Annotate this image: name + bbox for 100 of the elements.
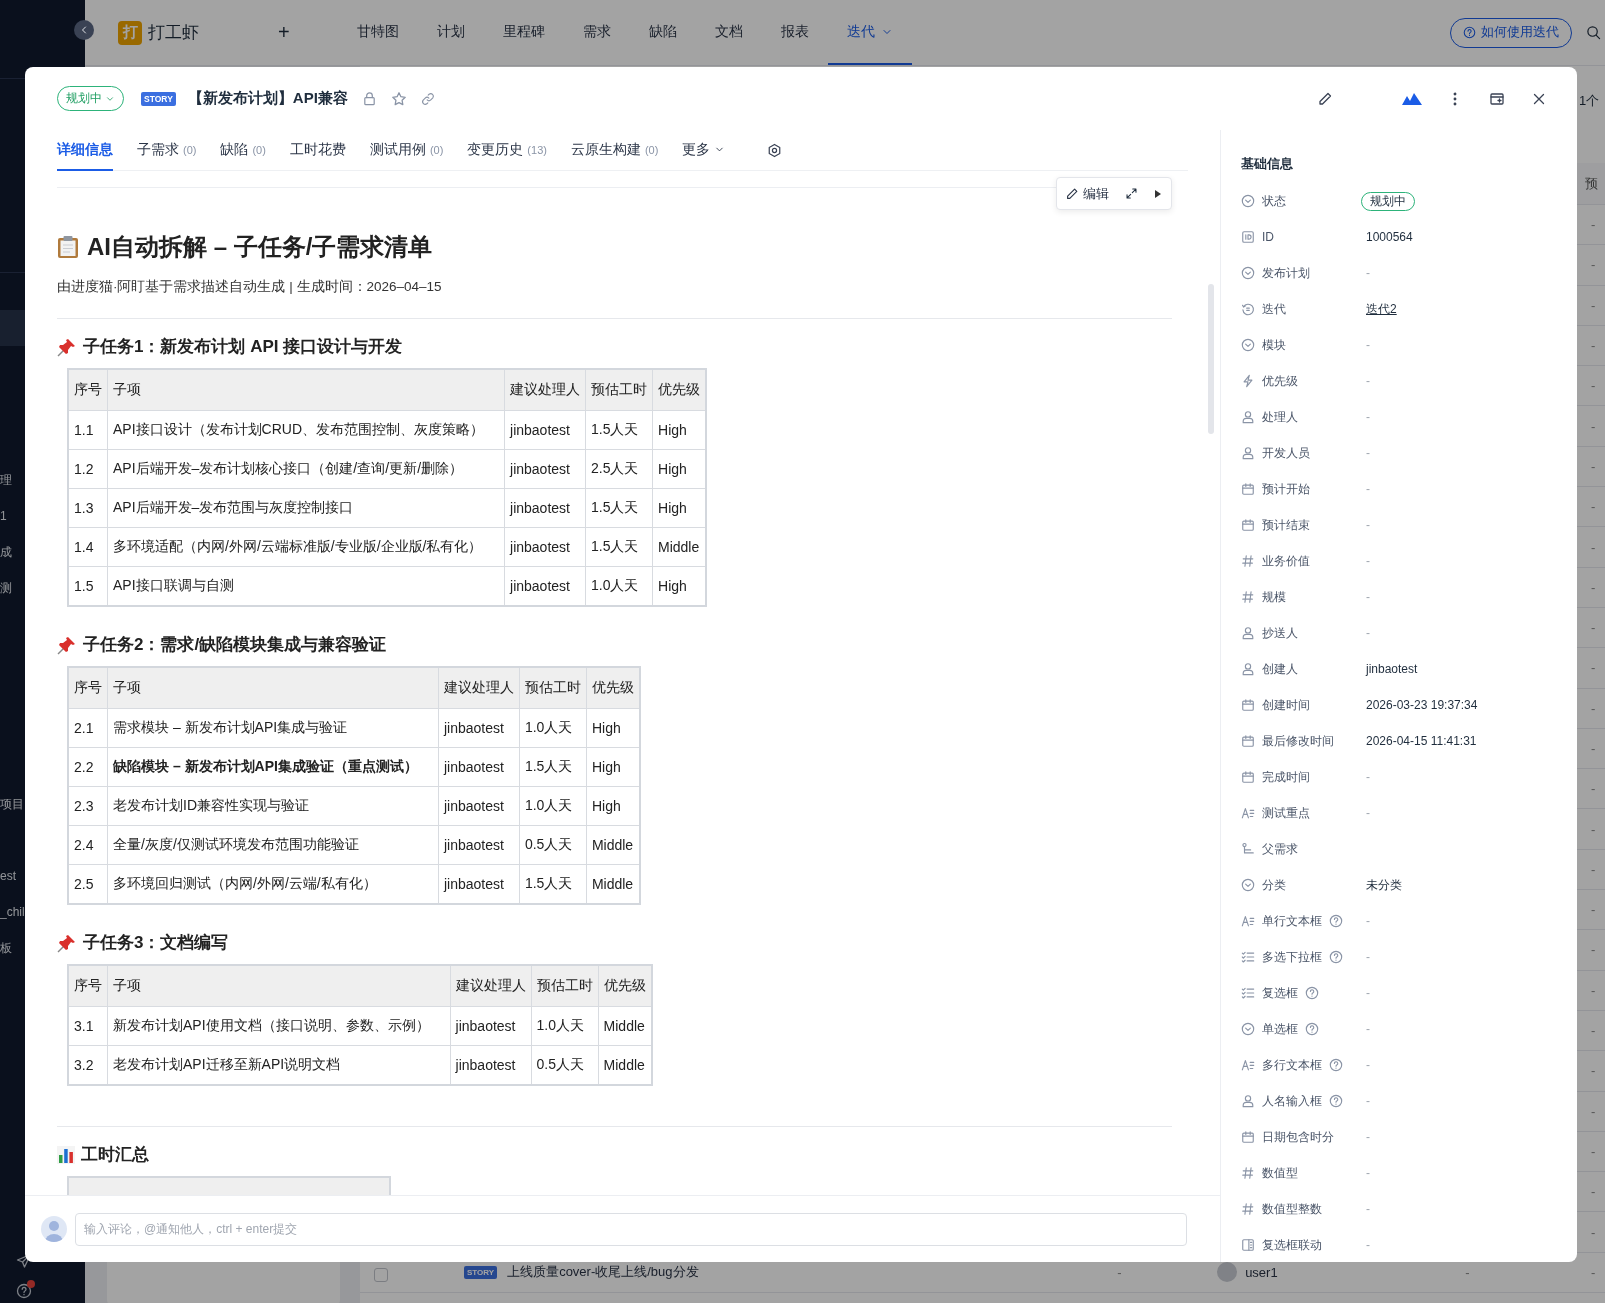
empty-value: - [1366,338,1370,352]
nav-tab[interactable]: 里程碑 [484,0,564,65]
calendar-icon [1241,734,1255,748]
empty-value: - [1366,950,1370,964]
person-icon [1241,626,1255,640]
pushpin-icon [57,634,77,655]
tab[interactable]: 测试用例 (0) [369,130,444,171]
assignee-name: user1 [1245,1264,1279,1280]
pencil-icon [1317,90,1333,107]
field-label: 日期包含时分 [1262,1128,1334,1146]
person-icon [1241,1094,1255,1108]
sidebar-highlight [0,310,25,346]
field-label: 创建时间 [1262,696,1310,714]
field-label: ID [1262,230,1274,244]
row-title[interactable]: 上线质量cover-收尾上线/bug分发 [507,1263,699,1282]
story-badge: STORY [464,1265,498,1279]
bar-chart-icon [57,1145,75,1164]
tab[interactable]: 详细信息 [57,130,113,171]
column-header: 优先级 [598,965,652,1007]
table-cell-text: - [1591,620,1597,636]
sidebar-item[interactable]: _chil [0,894,25,930]
sidebar-item[interactable]: est [0,858,16,894]
nav-tab[interactable]: 需求 [564,0,630,65]
calendar-icon [1241,1130,1255,1144]
sidebar-item[interactable]: 1 [0,498,7,534]
field-label: 优先级 [1262,372,1298,390]
tab[interactable]: 更多 [682,130,726,171]
comment-field[interactable]: 输入评论，@通知他人，ctrl + enter提交 [75,1212,1187,1246]
column-header: 序号 [68,965,108,1007]
table-cell-text: - [1591,499,1597,515]
section-heading: 子任务2：需求/缺陷模块集成与兼容验证 [83,634,387,656]
tab[interactable]: 缺陷 (0) [220,130,266,171]
field-label: 抄送人 [1262,624,1298,642]
nav-tab[interactable]: 甘特图 [338,0,418,65]
table-cell-text: - [1591,1103,1597,1119]
field-value: 2026-04-15 11:41:31 [1366,734,1477,748]
empty-value: - [1366,626,1370,640]
field-label: 复选框联动 [1262,1236,1322,1254]
table-cell: 1.0人天 [531,1006,599,1046]
field-label: 数值型整数 [1262,1200,1322,1218]
sidebar-item[interactable]: 板 [0,930,12,966]
calendar-icon [1241,482,1255,496]
nav-tab[interactable]: 缺陷 [630,0,696,65]
person-icon [1241,662,1255,676]
table-cell-text: - [1591,982,1597,998]
sidebar-item[interactable]: 理 [0,462,12,498]
calendar-icon [1241,518,1255,532]
table-cell-text: - [1591,1184,1597,1200]
add-button[interactable]: + [278,21,338,44]
tab[interactable]: 子需求 (0) [137,130,197,171]
table-cell-text: - [1591,660,1597,676]
sidebar-item[interactable]: 测 [0,570,12,606]
row-checkbox[interactable] [374,1268,388,1283]
text-format-icon [1241,914,1255,928]
field-label: 数值型 [1262,1164,1298,1182]
table-cell: 1.1 [68,410,108,450]
text-format-icon [1241,1058,1255,1072]
table-cell: 2.5人天 [585,449,653,489]
column-header: 序号 [68,667,108,709]
table-cell: 1.2 [68,449,108,489]
calendar-icon [1241,698,1255,712]
iteration-link[interactable]: 迭代2 [1366,300,1397,318]
panel-icon [1241,1238,1255,1252]
empty-value: - [1366,1058,1370,1072]
field-label: 预计结束 [1262,516,1310,534]
table-cell: jinbaotest [450,1006,532,1046]
table-cell-text: - [1591,297,1597,313]
nav-tab[interactable]: 文档 [696,0,762,65]
table-cell: 1.5人天 [519,747,587,787]
empty-value: - [1366,446,1370,460]
text-format-icon [1241,806,1255,820]
sidebar-item[interactable]: 项目 [0,786,24,822]
sidebar-item[interactable]: 成 [0,534,12,570]
item-title: 【新发布计划】API兼容 [187,89,348,108]
field-label: 业务价值 [1262,552,1310,570]
pushpin-icon [57,932,77,953]
field-label: 最后修改时间 [1262,732,1334,750]
hash-icon [1241,1166,1255,1180]
nav-tab[interactable]: 报表 [762,0,828,65]
table-cell: 2.1 [68,708,108,748]
table-cell: 2.2 [68,747,108,787]
document-meta: 由进度猫·阿盯基于需求描述自动生成 | 生成时间：2026–04–15 [57,278,443,296]
scrollbar[interactable] [1208,284,1214,434]
tab[interactable]: 云原生构建 (0) [570,130,659,171]
nav-tab[interactable]: 计划 [418,0,484,65]
table-cell-text: - [1591,217,1597,233]
calendar-icon [1241,770,1255,784]
table-cell-text: - [1591,821,1597,837]
tab[interactable]: 工时花费 [289,130,346,171]
tab[interactable]: 变更历史 (13) [467,130,547,171]
table-cell-text: - [1591,942,1597,958]
column-header: 优先级 [586,667,640,709]
table-cell-text: - [1591,1224,1597,1240]
field-label: 创建人 [1262,660,1298,678]
column-header: 预估工时 [531,965,599,1007]
search-icon [1586,25,1601,40]
app-name[interactable]: 打工虾 [148,21,278,44]
edit-button[interactable]: 编辑 [1065,184,1109,203]
field-value: jinbaotest [1366,662,1418,676]
table-cell: 1.5人天 [585,488,653,528]
